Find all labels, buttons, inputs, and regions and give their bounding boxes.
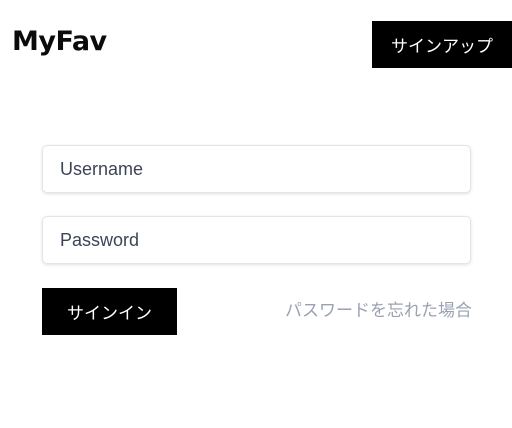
app-logo[interactable]: MyFav	[12, 24, 107, 60]
password-field-wrapper	[42, 216, 471, 264]
signup-button[interactable]: サインアップ	[372, 21, 512, 68]
password-input[interactable]	[43, 217, 470, 263]
username-field-wrapper	[42, 145, 471, 193]
signin-button[interactable]: サインイン	[42, 288, 177, 335]
forgot-password-link[interactable]: パスワードを忘れた場合	[285, 300, 472, 322]
username-input[interactable]	[43, 146, 470, 192]
